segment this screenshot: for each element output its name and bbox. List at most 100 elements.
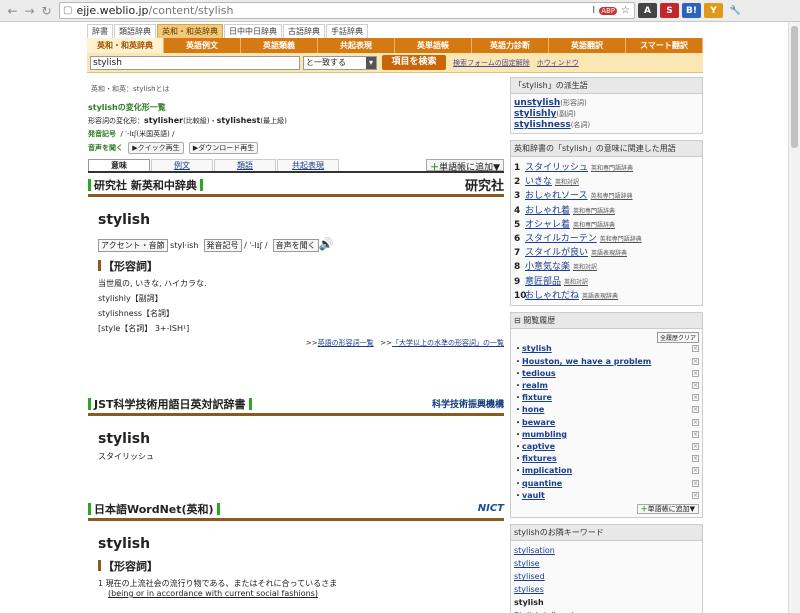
add-wordbook-button[interactable]: ＋単語帳に追加▼ (426, 159, 504, 173)
close-icon[interactable]: × (692, 406, 699, 414)
nav-wordbook[interactable]: 英単語帳 (395, 38, 472, 53)
wrench-icon[interactable]: 🔧 (726, 3, 745, 18)
close-icon[interactable]: × (692, 357, 699, 365)
close-icon[interactable]: × (692, 479, 699, 487)
related-term-link[interactable]: オシャレ着 (525, 217, 570, 230)
ext-s-icon[interactable]: S (660, 3, 679, 18)
nearby-keyword[interactable]: stylised (514, 570, 699, 583)
tab-collocations[interactable]: 共起表現 (277, 159, 339, 171)
related-term-link[interactable]: いきな (525, 174, 552, 187)
related-source[interactable]: 英和専門語辞典 (573, 220, 615, 229)
download-play-button[interactable]: ▶ダウンロード再生 (188, 142, 259, 154)
history-link[interactable]: vault (522, 491, 545, 500)
tab-shuwa[interactable]: 手話辞典 (326, 24, 368, 38)
related-term-link[interactable]: スタイリッシュ (525, 160, 588, 173)
history-link[interactable]: fixture (522, 393, 552, 402)
scrollbar-thumb[interactable] (791, 26, 798, 148)
related-term-link[interactable]: おしゃれ着 (525, 203, 570, 216)
address-bar[interactable]: ▢ ejje.weblio.jp/content/stylish I ABP ☆ (59, 2, 635, 19)
nav-translate[interactable]: 英語翻訳 (549, 38, 626, 53)
related-term-link[interactable]: スタイルカーテン (525, 231, 597, 244)
history-link[interactable]: captive (522, 442, 555, 451)
unfix-form-link[interactable]: 検索フォームの固定解除 (453, 58, 530, 68)
related-term-link[interactable]: おしゃれソース (525, 188, 588, 201)
close-icon[interactable]: × (692, 455, 699, 463)
reader-icon[interactable]: I (592, 5, 595, 16)
related-source[interactable]: 英和専門語辞典 (573, 206, 615, 215)
abp-icon[interactable]: ABP (599, 6, 618, 15)
tab-ejje[interactable]: 英和・和英辞典 (157, 24, 223, 38)
hatena-icon[interactable]: B! (682, 3, 701, 18)
speaker-icon[interactable]: 🔊 (319, 237, 334, 251)
voice-button[interactable]: 音声を聞く (272, 239, 319, 252)
history-add-wordbook-button[interactable]: ＋単語帳に追加▼ (636, 504, 699, 515)
advanced-adjective-link[interactable]: 「大学以上の水準の形容詞」の一覧 (392, 339, 504, 347)
window-link[interactable]: ホウィンドウ (537, 58, 579, 68)
history-link[interactable]: tedious (522, 369, 556, 378)
close-icon[interactable]: × (692, 430, 699, 438)
quick-play-button[interactable]: ▶クイック再生 (128, 142, 184, 154)
tab-cjjc[interactable]: 日中中日辞典 (224, 24, 282, 38)
nearby-keyword[interactable]: stylise (514, 557, 699, 570)
derivative-link[interactable]: unstylish (514, 98, 560, 108)
back-icon[interactable]: ← (4, 4, 21, 18)
nav-test[interactable]: 英語力診断 (472, 38, 549, 53)
related-source[interactable]: 英語表現辞典 (591, 248, 627, 257)
search-button[interactable]: 項目を検索 (382, 55, 446, 70)
tab-meaning[interactable]: 意味 (88, 159, 150, 171)
close-icon[interactable]: × (692, 394, 699, 402)
tab-thesaurus[interactable]: 類語辞典 (114, 24, 156, 38)
tab-examples[interactable]: 例文 (151, 159, 213, 171)
nav-smart-translate[interactable]: スマート翻訳 (626, 38, 703, 53)
nearby-keyword[interactable]: stylises (514, 583, 699, 596)
ext-a-icon[interactable]: A (638, 3, 657, 18)
ext-y-icon[interactable]: Y (704, 3, 723, 18)
close-icon[interactable]: × (692, 369, 699, 377)
history-link[interactable]: hone (522, 405, 544, 414)
tab-kobun[interactable]: 古語辞典 (283, 24, 325, 38)
nav-synonyms[interactable]: 英語類義 (241, 38, 318, 53)
related-term-link[interactable]: おしゃれだね (525, 288, 579, 301)
related-source[interactable]: 英和専門語辞典 (591, 163, 633, 172)
close-icon[interactable]: × (692, 467, 699, 475)
related-term-link[interactable]: スタイルが良い (525, 245, 588, 258)
close-icon[interactable]: × (692, 418, 699, 426)
tab-dictionary[interactable]: 辞書 (87, 24, 113, 38)
nearby-keyword[interactable]: stylisation (514, 544, 699, 557)
close-icon[interactable]: × (692, 345, 699, 353)
tab-synonyms[interactable]: 類語 (214, 159, 276, 171)
nav-ejje[interactable]: 英和・和英辞典 (87, 38, 164, 53)
match-select[interactable]: と一致する ▾ (303, 55, 377, 70)
nearby-keyword[interactable]: Stylish (album) (514, 609, 699, 613)
nav-collocations[interactable]: 共起表現 (318, 38, 395, 53)
derivative-link[interactable]: stylishly (514, 109, 556, 119)
nav-examples[interactable]: 英語例文 (164, 38, 241, 53)
history-link[interactable]: stylish (522, 344, 552, 353)
history-link[interactable]: Houston, we have a problem (522, 357, 651, 366)
close-icon[interactable]: × (692, 382, 699, 390)
adjective-list-link[interactable]: 英語の形容詞一覧 (318, 339, 374, 347)
search-input[interactable]: stylish (90, 55, 300, 70)
forward-icon[interactable]: → (21, 4, 38, 18)
history-link[interactable]: quantine (522, 479, 562, 488)
history-link[interactable]: beware (522, 418, 555, 427)
related-term-link[interactable]: 小意気な楽 (525, 259, 570, 272)
related-source[interactable]: 英和対訳 (555, 177, 579, 186)
reload-icon[interactable]: ↻ (38, 4, 55, 18)
close-icon[interactable]: × (692, 491, 699, 499)
history-link[interactable]: implication (522, 466, 572, 475)
derivative-link[interactable]: stylishness (514, 120, 571, 130)
related-source[interactable]: 英和対訳 (573, 262, 597, 271)
nearby-keyword[interactable]: stylish (514, 596, 699, 609)
history-link[interactable]: fixtures (522, 454, 557, 463)
related-term-link[interactable]: 意匠部品 (525, 274, 561, 287)
related-source[interactable]: 英和対訳 (564, 277, 588, 286)
related-source[interactable]: 英語表現辞典 (582, 291, 618, 300)
scrollbar[interactable] (788, 22, 800, 613)
clear-history-button[interactable]: 全履歴クリア (656, 331, 699, 343)
related-source[interactable]: 英和専門語辞典 (591, 191, 633, 200)
bookmark-star-icon[interactable]: ☆ (621, 5, 630, 16)
close-icon[interactable]: × (692, 442, 699, 450)
related-source[interactable]: 英和専門語辞典 (600, 234, 642, 243)
history-link[interactable]: mumbling (522, 430, 567, 439)
